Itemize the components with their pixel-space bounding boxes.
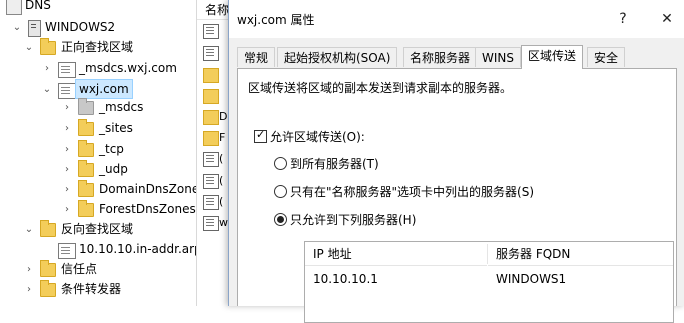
- folder-icon: [40, 260, 56, 277]
- record-icon: [203, 46, 219, 61]
- column-ip-address[interactable]: IP 地址: [305, 242, 487, 266]
- allow-transfer-label[interactable]: 允许区域传送(O):: [270, 128, 365, 145]
- chevron-right-icon[interactable]: ›: [62, 98, 72, 118]
- column-server-fqdn[interactable]: 服务器 FQDN: [488, 242, 673, 266]
- chevron-down-icon[interactable]: ⌄: [24, 38, 34, 58]
- dialog-title: wxj.com 属性: [237, 13, 315, 27]
- tab-security[interactable]: 安全: [587, 47, 626, 67]
- folder-icon: [78, 180, 94, 197]
- tab-wins[interactable]: WINS: [475, 47, 521, 67]
- tab-name-servers[interactable]: 名称服务器: [403, 47, 478, 67]
- record-icon: [203, 152, 219, 167]
- tab-soa[interactable]: 起始授权机构(SOA): [277, 47, 398, 67]
- folder-icon: [203, 68, 219, 83]
- folder-icon: [40, 280, 56, 297]
- dns-icon: [6, 0, 22, 15]
- chevron-down-icon[interactable]: ⌄: [24, 220, 34, 240]
- description-text: 区域传送将区域的副本发送到请求副本的服务器。: [248, 81, 513, 95]
- folder-icon: [78, 160, 94, 177]
- folder-icon: [78, 119, 94, 136]
- chevron-right-icon[interactable]: ›: [24, 260, 34, 280]
- zone-transfers-panel: 区域传送将区域的副本发送到请求副本的服务器。 ✓ 允许区域传送(O): 到所有服…: [237, 68, 677, 323]
- zone-properties-dialog: wxj.com 属性 ? ✕ 常规 起始授权机构(SOA) 名称服务器 WINS…: [228, 0, 684, 323]
- folder-icon: [78, 200, 94, 217]
- record-icon: [203, 216, 219, 231]
- radio-name-servers-tab-label[interactable]: 只有在"名称服务器"选项卡中列出的服务器(S): [290, 183, 534, 200]
- server-icon: [28, 20, 41, 37]
- allow-transfer-checkbox[interactable]: ✓: [254, 128, 267, 143]
- chevron-right-icon[interactable]: ›: [42, 59, 52, 79]
- dialog-titlebar[interactable]: wxj.com 属性 ? ✕: [229, 0, 684, 38]
- chevron-right-icon[interactable]: ›: [62, 180, 72, 200]
- record-icon: [203, 24, 219, 39]
- chevron-down-icon[interactable]: ⌄: [42, 80, 52, 100]
- folder-icon: [40, 38, 56, 55]
- table-cell-fqdn[interactable]: WINDOWS1: [488, 272, 566, 286]
- folder-icon: [78, 98, 94, 115]
- table-cell-ip[interactable]: 10.10.10.1: [305, 272, 378, 286]
- chevron-down-icon[interactable]: ⌄: [12, 18, 22, 38]
- radio-name-servers-tab[interactable]: [274, 185, 287, 198]
- chevron-right-icon[interactable]: ›: [24, 280, 34, 300]
- radio-listed-servers[interactable]: [274, 213, 287, 226]
- folder-icon: [203, 89, 219, 104]
- help-button[interactable]: ?: [609, 6, 637, 32]
- chevron-right-icon[interactable]: ›: [62, 160, 72, 180]
- zone-icon: [58, 83, 76, 99]
- radio-selected-dot: [277, 216, 284, 223]
- radio-all-servers-label[interactable]: 到所有服务器(T): [290, 155, 379, 172]
- chevron-right-icon[interactable]: ›: [62, 119, 72, 139]
- tab-general[interactable]: 常规: [237, 47, 276, 67]
- folder-icon: [203, 110, 219, 125]
- radio-listed-servers-label[interactable]: 只允许到下列服务器(H): [290, 211, 416, 228]
- server-list-table[interactable]: IP 地址 服务器 FQDN 10.10.10.1 WINDOWS1: [304, 241, 674, 323]
- folder-icon: [203, 131, 219, 146]
- record-icon: [203, 174, 219, 189]
- record-icon: [203, 195, 219, 210]
- checkmark-icon: ✓: [256, 128, 266, 141]
- dialog-body: 常规 起始授权机构(SOA) 名称服务器 WINS 区域传送 安全 区域传送将区…: [229, 38, 684, 323]
- chevron-right-icon[interactable]: ›: [62, 200, 72, 220]
- zone-icon: [58, 243, 76, 259]
- tab-zone-transfers[interactable]: 区域传送: [521, 45, 584, 69]
- chevron-right-icon[interactable]: ›: [62, 140, 72, 160]
- zone-icon: [58, 62, 76, 78]
- folder-icon: [40, 220, 56, 237]
- folder-icon: [78, 140, 94, 157]
- console-tree: DNS ⌄ WINDOWS2 ⌄ 正向查找区域 › _msdcs.wxj.com…: [0, 0, 196, 306]
- close-button[interactable]: ✕: [653, 6, 681, 32]
- radio-all-servers[interactable]: [274, 157, 287, 170]
